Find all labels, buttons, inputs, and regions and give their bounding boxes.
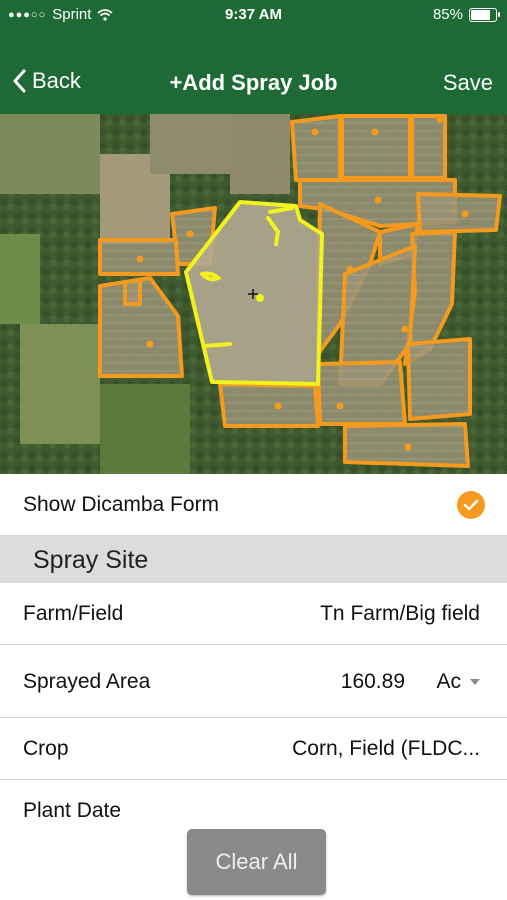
battery-percent: 85% [432,6,463,23]
clear-all-button[interactable]: Clear All [187,829,326,895]
checkmark-icon [463,499,479,511]
status-time: 9:37 AM [225,6,282,23]
crop-label: Crop [23,737,69,760]
crop-value: Corn, Field (FLDC... [292,737,480,760]
sprayed-area-row: Sprayed Area 160.89 Ac [0,645,507,718]
save-button[interactable]: Save [443,70,493,96]
plant-date-label: Plant Date [23,799,122,822]
farm-field-label: Farm/Field [23,602,124,625]
navigation-bar: Back +Add Spray Job Save [0,30,507,114]
sprayed-area-input[interactable]: 160.89 [341,670,405,694]
show-dicamba-form-row[interactable]: Show Dicamba Form [0,474,507,536]
satellite-map-image [0,114,507,474]
battery-info: 85% [432,6,500,23]
section-header-spray-site: Spray Site [0,536,507,583]
area-unit-select[interactable]: Ac [436,670,481,694]
area-unit-value: Ac [436,670,461,693]
crop-row[interactable]: Crop Corn, Field (FLDC... [0,718,507,780]
show-dicamba-form-label: Show Dicamba Form [23,493,220,516]
status-bar: ●●●○○ Sprint 9:37 AM 85% [0,0,507,30]
farm-field-row[interactable]: Farm/Field Tn Farm/Big field [0,583,507,645]
caret-down-icon [470,679,480,685]
page-title: +Add Spray Job [169,70,338,95]
sprayed-area-label: Sprayed Area [23,670,151,693]
battery-icon [469,7,500,22]
section-title: Spray Site [33,546,149,574]
dicamba-form-checkbox[interactable] [457,491,485,519]
field-map[interactable] [0,114,507,474]
farm-field-value: Tn Farm/Big field [320,602,480,625]
